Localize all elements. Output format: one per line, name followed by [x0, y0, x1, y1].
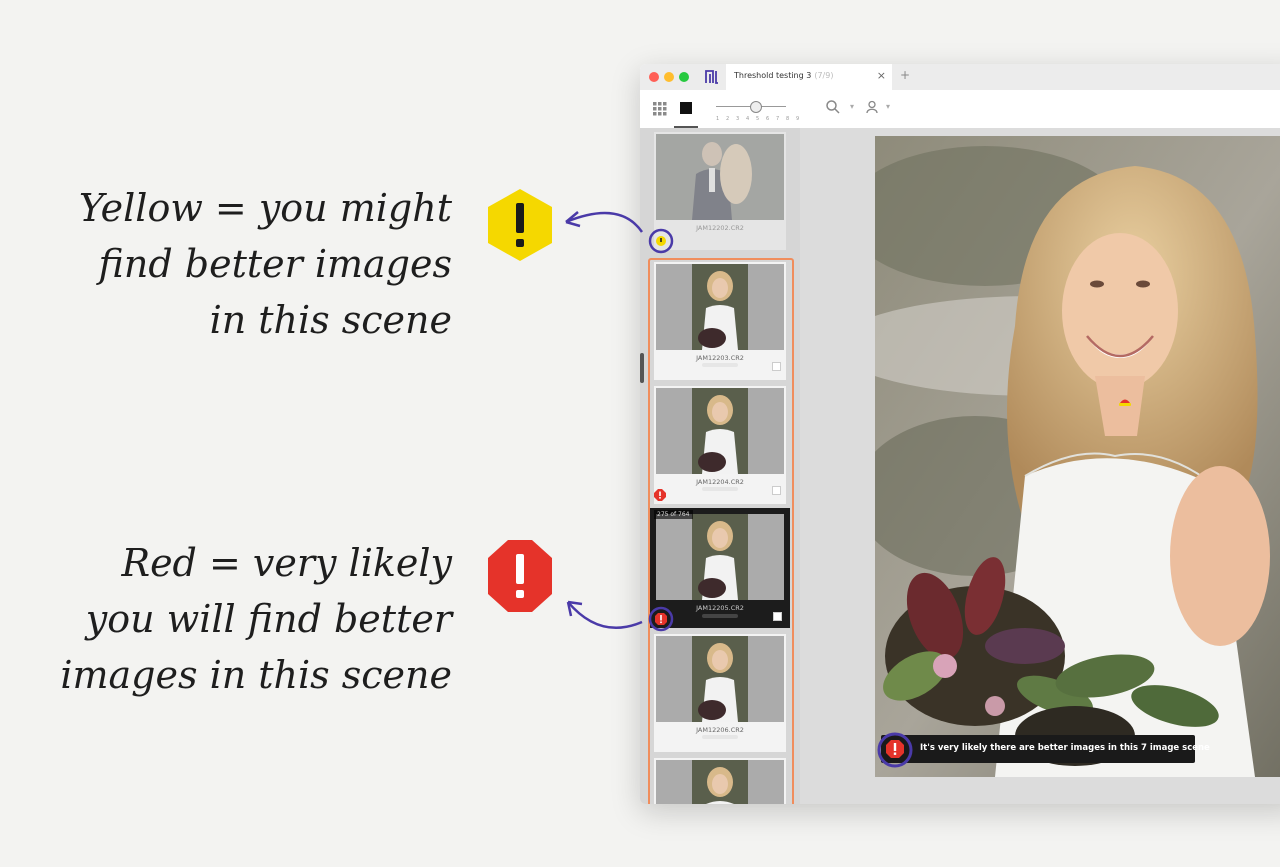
- annotation-arrows: [565, 211, 644, 630]
